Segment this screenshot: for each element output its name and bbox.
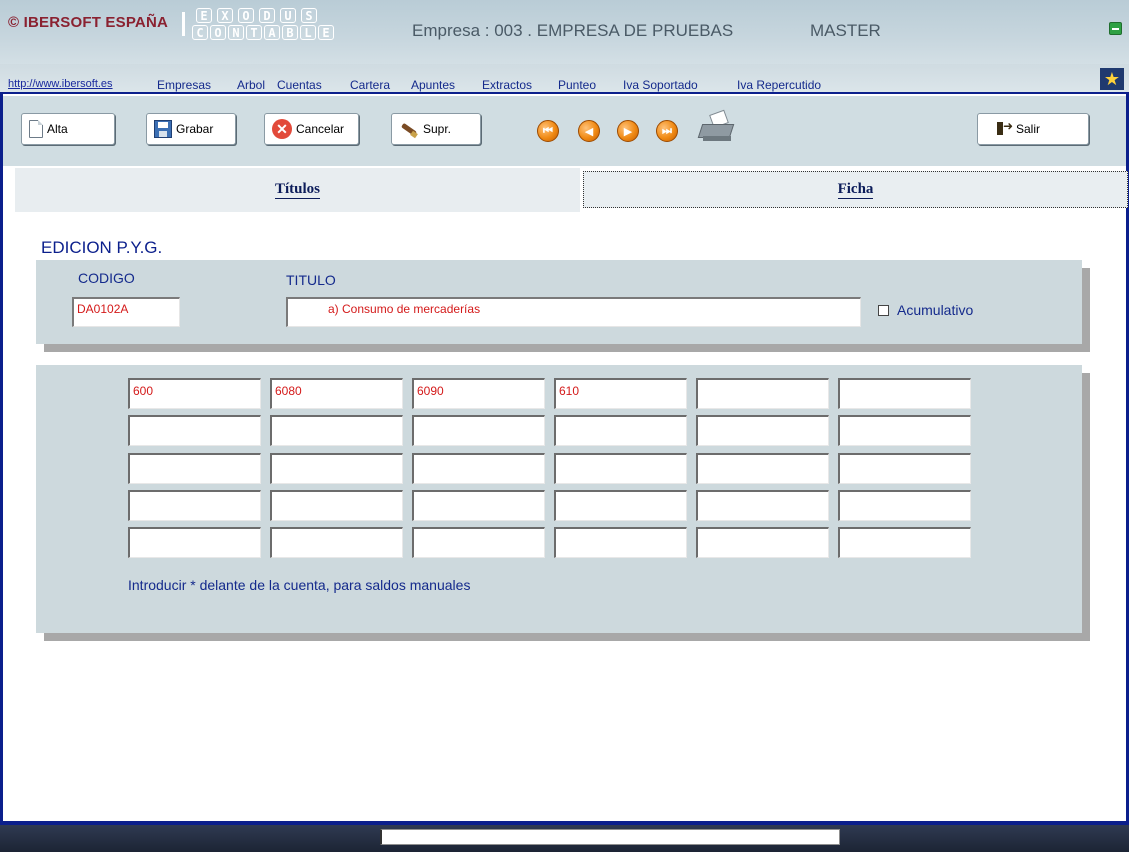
cancelar-button[interactable]: ✕ Cancelar [264, 113, 359, 145]
account-cell[interactable] [128, 527, 261, 558]
menu-cuentas[interactable]: Cuentas [277, 78, 322, 92]
new-document-icon [29, 120, 43, 138]
logo-letter: O [238, 8, 254, 23]
titulo-field[interactable]: a) Consumo de mercaderías [286, 297, 861, 327]
account-cell[interactable] [838, 527, 971, 558]
salir-label: Salir [1016, 122, 1041, 136]
account-cell[interactable] [696, 378, 829, 409]
cancelar-label: Cancelar [296, 122, 345, 136]
logo-letter: L [300, 25, 316, 40]
menu-empresas[interactable]: Empresas [157, 78, 211, 92]
suprimir-button[interactable]: Supr. [391, 113, 481, 145]
menu-apuntes[interactable]: Apuntes [411, 78, 455, 92]
logo-letter: C [192, 25, 208, 40]
logo-letter: O [210, 25, 226, 40]
cancel-icon: ✕ [272, 119, 292, 139]
logo-bottom-row: CONTABLE [192, 25, 352, 40]
logo-top-row: EXODUS [192, 8, 352, 23]
account-cell[interactable] [838, 453, 971, 484]
menu-cartera[interactable]: Cartera [350, 78, 390, 92]
grabar-label: Grabar [176, 122, 214, 136]
logo-letter: D [259, 8, 275, 23]
logo-letter: S [301, 8, 317, 23]
codigo-label: CODIGO [78, 270, 135, 286]
menu-iva-repercutido[interactable]: Iva Repercutido [737, 78, 821, 92]
account-cell[interactable] [838, 490, 971, 521]
suprimir-label: Supr. [423, 122, 452, 136]
last-record-icon[interactable]: ⏭ [656, 120, 678, 142]
account-cell[interactable] [270, 527, 403, 558]
account-cell[interactable] [412, 415, 545, 446]
printer-icon[interactable] [697, 109, 737, 144]
menu-extractos[interactable]: Extractos [482, 78, 532, 92]
account-cell[interactable] [696, 415, 829, 446]
logo-letter: A [264, 25, 280, 40]
account-cell[interactable] [270, 490, 403, 521]
account-cell[interactable] [412, 453, 545, 484]
account-cell[interactable] [270, 415, 403, 446]
tab-titulos[interactable]: Títulos [15, 168, 580, 212]
account-cell[interactable] [838, 415, 971, 446]
account-cell[interactable]: 6090 [412, 378, 545, 409]
brand-name: © IBERSOFT ESPAÑA [8, 14, 169, 31]
favorites-star-icon[interactable]: ★ [1100, 68, 1124, 90]
account-cell[interactable] [554, 490, 687, 521]
account-cell[interactable] [696, 490, 829, 521]
account-cell[interactable] [696, 453, 829, 484]
user-level: MASTER [810, 21, 881, 40]
tab-titulos-label: Títulos [274, 181, 320, 199]
logo-letter: T [246, 25, 262, 40]
titulo-label: TITULO [286, 272, 336, 288]
acumulativo-checkbox[interactable] [878, 305, 889, 316]
logo-letter: U [280, 8, 296, 23]
logo-letter: E [318, 25, 334, 40]
logo-letter: E [196, 8, 212, 23]
menu-arbol[interactable]: Arbol [237, 78, 265, 92]
first-record-icon[interactable]: ⏮ [537, 120, 559, 142]
grabar-button[interactable]: Grabar [146, 113, 236, 145]
delete-brush-icon [399, 123, 419, 135]
menu-punteo[interactable]: Punteo [558, 78, 596, 92]
account-cell[interactable]: 610 [554, 378, 687, 409]
logo-letter: N [228, 25, 244, 40]
menu-bar: http://www.ibersoft.es Empresas Arbol Cu… [0, 64, 1129, 94]
next-record-icon[interactable]: ▶ [617, 120, 639, 142]
previous-record-icon[interactable]: ◀ [578, 120, 600, 142]
account-cell[interactable] [128, 453, 261, 484]
logo-letter: B [282, 25, 298, 40]
account-cell[interactable]: 6080 [270, 378, 403, 409]
toolbar: Alta Grabar ✕ Cancelar Supr. Salir [3, 96, 1126, 166]
alta-label: Alta [47, 122, 68, 136]
logo-letter: X [217, 8, 233, 23]
account-cell[interactable]: 600 [128, 378, 261, 409]
tab-ficha-label: Ficha [837, 180, 874, 199]
ibersoft-link[interactable]: http://www.ibersoft.es [8, 78, 113, 90]
app-header: © IBERSOFT ESPAÑA EXODUS CONTABLE Empres… [0, 0, 1129, 64]
account-cell[interactable] [128, 490, 261, 521]
brand-separator [182, 12, 185, 36]
status-field [380, 829, 840, 845]
acumulativo-label: Acumulativo [897, 302, 974, 318]
tab-ficha[interactable]: Ficha [583, 171, 1128, 208]
account-cell[interactable] [270, 453, 403, 484]
account-cell[interactable] [554, 527, 687, 558]
account-cell[interactable] [554, 453, 687, 484]
account-cell[interactable] [554, 415, 687, 446]
exit-door-icon [996, 119, 1013, 137]
company-title: Empresa : 003 . EMPRESA DE PRUEBAS [412, 21, 734, 40]
section-title: EDICION P.Y.G. [41, 238, 163, 257]
account-cell[interactable] [838, 378, 971, 409]
alta-button[interactable]: Alta [21, 113, 115, 145]
codigo-field[interactable]: DA0102A [72, 297, 180, 327]
menu-iva-soportado[interactable]: Iva Soportado [623, 78, 698, 92]
save-icon [154, 120, 172, 138]
account-cell[interactable] [412, 490, 545, 521]
account-cell[interactable] [128, 415, 261, 446]
salir-button[interactable]: Salir [977, 113, 1089, 145]
manual-balance-note: Introducir * delante de la cuenta, para … [128, 577, 471, 593]
minimize-icon[interactable] [1109, 22, 1122, 35]
account-cell[interactable] [412, 527, 545, 558]
account-cell[interactable] [696, 527, 829, 558]
exodus-logo: EXODUS CONTABLE [192, 8, 352, 42]
